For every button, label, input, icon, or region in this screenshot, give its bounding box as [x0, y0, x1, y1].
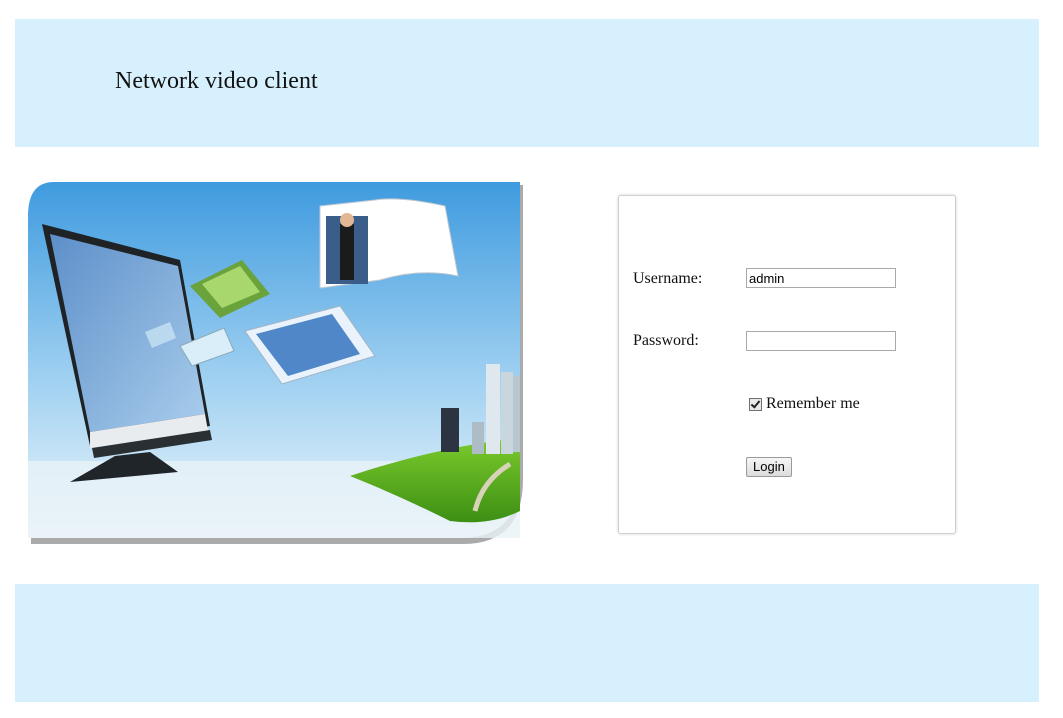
- hero-illustration: [28, 182, 523, 544]
- password-input[interactable]: [746, 331, 896, 351]
- password-label: Password:: [633, 332, 699, 349]
- login-button[interactable]: Login: [746, 457, 792, 477]
- page-title: Network video client: [115, 68, 318, 94]
- username-label: Username:: [633, 270, 703, 287]
- footer-band: [15, 584, 1039, 702]
- remember-me-checkbox[interactable]: [749, 397, 762, 411]
- header-band: Network video client: [15, 19, 1039, 147]
- login-panel: Username: Password: Remember me Login: [618, 195, 956, 534]
- username-input[interactable]: [746, 268, 896, 288]
- remember-me-row[interactable]: Remember me: [749, 395, 860, 413]
- remember-me-label: Remember me: [766, 395, 860, 412]
